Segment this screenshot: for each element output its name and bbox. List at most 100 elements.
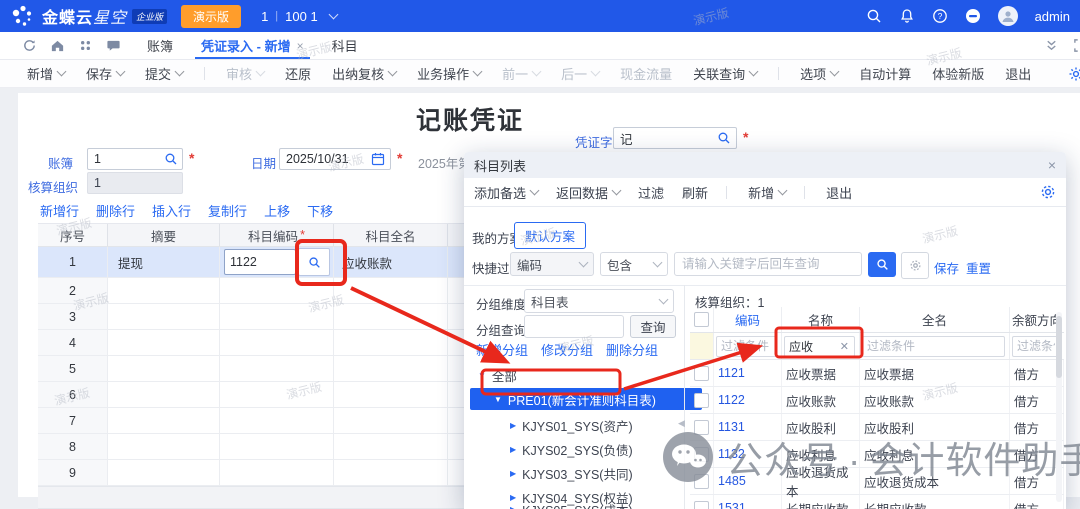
- tree-item-kjys03[interactable]: ▶KJYS03_SYS(共同): [510, 462, 633, 484]
- group-query-input[interactable]: [524, 315, 624, 338]
- tree-item-kjys05[interactable]: ▶KJYS05_SYS(成本): [510, 498, 633, 509]
- return-data-button[interactable]: 返回数据: [556, 183, 620, 202]
- exit-dialog-button[interactable]: 退出: [826, 183, 852, 202]
- fullscreen-icon[interactable]: [1073, 38, 1080, 53]
- new-account-button[interactable]: 新增: [748, 183, 786, 202]
- row-checkbox[interactable]: [694, 366, 709, 381]
- delete-group-link[interactable]: 删除分组: [606, 340, 658, 359]
- account-code-link[interactable]: 1531: [714, 495, 782, 509]
- tab-account-books[interactable]: 账簿: [147, 32, 173, 59]
- delete-row-button[interactable]: 删除行: [96, 201, 135, 220]
- auto-calc-button[interactable]: 自动计算: [859, 64, 911, 83]
- chat-icon[interactable]: [106, 38, 121, 53]
- submit-button[interactable]: 提交: [145, 64, 183, 83]
- account-row-1485[interactable]: 1485 应收退货成本 应收退货成本 借方: [690, 468, 1064, 495]
- direction-filter-input[interactable]: [1012, 336, 1060, 357]
- reset-link[interactable]: 重置: [966, 258, 991, 277]
- account-code-link[interactable]: 1122: [714, 387, 782, 413]
- account-code-link[interactable]: 1131: [714, 414, 782, 440]
- username-label[interactable]: admin: [1035, 9, 1070, 24]
- col-header-name[interactable]: 名称: [782, 307, 860, 332]
- help-icon[interactable]: ?: [932, 8, 948, 24]
- row-checkbox[interactable]: [694, 393, 709, 408]
- calendar-icon[interactable]: [371, 152, 385, 166]
- filter-settings-gear-icon[interactable]: [901, 252, 929, 279]
- panel-splitter[interactable]: [684, 285, 685, 509]
- do-not-disturb-icon[interactable]: [965, 8, 981, 24]
- apps-grid-icon[interactable]: [78, 38, 93, 53]
- account-code-link[interactable]: 1485: [714, 468, 782, 494]
- search-button[interactable]: [868, 252, 896, 277]
- exit-button[interactable]: 退出: [1005, 64, 1031, 83]
- copy-row-button[interactable]: 复制行: [208, 201, 247, 220]
- filter-field-select[interactable]: 编码: [510, 252, 594, 276]
- tree-item-kjys01[interactable]: ▶KJYS01_SYS(资产): [510, 414, 633, 436]
- row-summary[interactable]: 提现: [108, 247, 220, 277]
- account-row-1131[interactable]: 1131 应收股利 应收股利 借方: [690, 414, 1064, 441]
- notification-bell-icon[interactable]: [899, 8, 915, 24]
- select-all-checkbox[interactable]: [690, 307, 714, 332]
- group-dimension-select[interactable]: 科目表: [524, 289, 674, 313]
- fullname-filter-input[interactable]: [862, 336, 1005, 357]
- add-row-button[interactable]: 新增行: [40, 201, 79, 220]
- tab-accounts[interactable]: 科目: [332, 32, 358, 59]
- row-account-code-cell[interactable]: [220, 247, 334, 277]
- account-row-1121[interactable]: 1121 应收票据 应收票据 借方: [690, 360, 1064, 387]
- home-icon[interactable]: [50, 38, 65, 53]
- gear-icon[interactable]: [1040, 184, 1056, 200]
- filter-operator-select[interactable]: 包含: [600, 252, 668, 276]
- save-scheme-link[interactable]: 保存: [934, 258, 959, 277]
- collapse-left-icon[interactable]: ◀: [678, 418, 685, 429]
- move-down-button[interactable]: 下移: [307, 201, 333, 220]
- account-code-link[interactable]: 1121: [714, 360, 782, 386]
- restore-button[interactable]: 还原: [285, 64, 311, 83]
- related-query-button[interactable]: 关联查询: [693, 64, 757, 83]
- account-row-1122[interactable]: 1122 应收账款 应收账款 借方: [690, 387, 1064, 414]
- row-checkbox[interactable]: [694, 501, 709, 509]
- gear-icon[interactable]: [1068, 66, 1080, 82]
- new-button[interactable]: 新增: [27, 64, 65, 83]
- save-button[interactable]: 保存: [86, 64, 124, 83]
- close-tab-icon[interactable]: ×: [297, 39, 304, 53]
- keyword-input[interactable]: [674, 252, 862, 276]
- default-scheme-button[interactable]: 默认方案: [514, 222, 586, 249]
- business-ops-button[interactable]: 业务操作: [417, 64, 481, 83]
- filter-button[interactable]: 过滤: [638, 183, 664, 202]
- account-code-link[interactable]: 1132: [714, 441, 782, 467]
- try-new-version-button[interactable]: 体验新版: [932, 64, 984, 83]
- cashier-review-button[interactable]: 出纳复核: [332, 64, 396, 83]
- account-row-1531[interactable]: 1531 长期应收款 长期应收款 借方: [690, 495, 1064, 509]
- close-icon[interactable]: ×: [1048, 157, 1056, 173]
- insert-row-button[interactable]: 插入行: [152, 201, 191, 220]
- move-up-button[interactable]: 上移: [264, 201, 290, 220]
- tree-item-pre01-selected[interactable]: ▼PRE01(新会计准则科目表): [470, 388, 702, 410]
- user-avatar[interactable]: [998, 6, 1018, 26]
- group-query-button[interactable]: 查询: [630, 315, 676, 338]
- search-icon[interactable]: [866, 8, 882, 24]
- tree-item-kjys02[interactable]: ▶KJYS02_SYS(负债): [510, 438, 633, 460]
- org-switcher[interactable]: 1 | 100 1: [261, 9, 337, 24]
- refresh-button[interactable]: 刷新: [682, 183, 708, 202]
- tab-voucher-entry-new[interactable]: 凭证录入 - 新增 ×: [201, 32, 304, 59]
- clear-filter-icon[interactable]: ✕: [840, 340, 849, 353]
- name-filter-input[interactable]: [785, 339, 839, 353]
- tree-item-all[interactable]: ▼全部: [478, 364, 517, 386]
- account-row-1132[interactable]: 1132 应收利息 应收利息 借方: [690, 441, 1064, 468]
- add-candidate-button[interactable]: 添加备选: [474, 183, 538, 202]
- account-code-input[interactable]: [224, 249, 296, 275]
- sync-icon[interactable]: [22, 38, 37, 53]
- magnifier-icon[interactable]: [717, 131, 731, 145]
- row-checkbox[interactable]: [694, 420, 709, 435]
- col-header-code[interactable]: 编码: [714, 307, 782, 332]
- code-filter-input[interactable]: [716, 336, 777, 357]
- collapse-double-chevron-icon[interactable]: [1044, 38, 1059, 53]
- account-lookup-button[interactable]: [298, 248, 330, 276]
- edit-group-link[interactable]: 修改分组: [541, 340, 593, 359]
- add-group-link[interactable]: 新增分组: [476, 340, 528, 359]
- row-checkbox[interactable]: [694, 447, 709, 462]
- table-scrollbar[interactable]: [1056, 312, 1062, 502]
- options-button[interactable]: 选项: [800, 64, 838, 83]
- col-header-fullname[interactable]: 全名: [860, 307, 1010, 332]
- scrollbar-thumb[interactable]: [1056, 316, 1062, 378]
- row-checkbox[interactable]: [694, 474, 709, 489]
